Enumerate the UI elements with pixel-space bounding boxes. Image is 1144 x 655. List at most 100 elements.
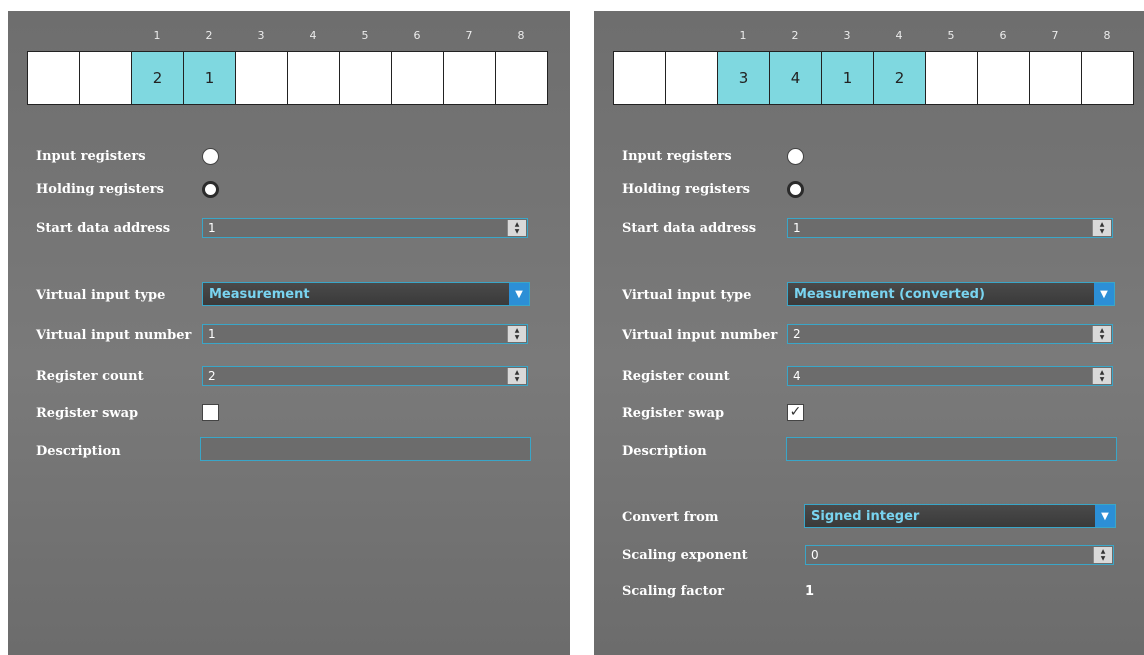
virtual-input-number-stepper[interactable]: 2 ▲ ▼ [787, 324, 1113, 344]
virtual-input-number-label: Virtual input number [622, 328, 778, 343]
register-number [665, 29, 717, 42]
spin-arrows-icon[interactable]: ▲ ▼ [507, 326, 526, 342]
register-count-label: Register count [622, 369, 730, 384]
register-number: 5 [361, 29, 369, 42]
stepper-value: 1 [793, 221, 801, 235]
register-cell [392, 51, 444, 105]
register-cell [236, 51, 288, 105]
register-number [27, 29, 79, 42]
register-number: 8 [1103, 29, 1111, 42]
input-registers-radio[interactable] [787, 148, 804, 165]
virtual-input-type-label: Virtual input type [622, 288, 752, 303]
register-cell: 1 [822, 51, 874, 105]
start-data-address-label: Start data address [622, 221, 757, 236]
input-registers-radio[interactable] [202, 148, 219, 165]
spin-arrows-icon[interactable]: ▲ ▼ [507, 368, 526, 384]
register-cell [614, 51, 666, 105]
description-label: Description [36, 444, 121, 459]
register-cell [80, 51, 132, 105]
holding-registers-label: Holding registers [36, 182, 164, 197]
start-data-address-stepper[interactable]: 1 ▲ ▼ [787, 218, 1113, 238]
register-number: 7 [1051, 29, 1059, 42]
register-cell [28, 51, 80, 105]
register-swap-checkbox[interactable] [202, 404, 219, 421]
dropdown-arrow-icon[interactable]: ▼ [1094, 283, 1114, 305]
spin-arrows-icon[interactable]: ▲ ▼ [1092, 220, 1111, 236]
register-number: 6 [999, 29, 1007, 42]
register-number: 1 [153, 29, 161, 42]
spin-arrows-icon[interactable]: ▲ ▼ [1092, 326, 1111, 342]
stepper-value: 4 [793, 369, 801, 383]
register-cell [340, 51, 392, 105]
virtual-input-number-label: Virtual input number [36, 328, 192, 343]
stepper-value: 2 [208, 369, 216, 383]
select-value: Signed integer [811, 509, 920, 524]
description-label: Description [622, 444, 707, 459]
virtual-input-number-stepper[interactable]: 1 ▲ ▼ [202, 324, 528, 344]
register-cell: 1 [184, 51, 236, 105]
start-data-address-label: Start data address [36, 221, 171, 236]
register-cell [496, 51, 548, 105]
register-number-row: 1 2 3 4 5 6 7 8 [27, 29, 547, 42]
register-cell [1082, 51, 1134, 105]
holding-registers-label: Holding registers [622, 182, 750, 197]
spin-arrows-icon[interactable]: ▲ ▼ [507, 220, 526, 236]
register-number: 6 [413, 29, 421, 42]
register-map: 2 1 [27, 51, 548, 105]
register-cell [978, 51, 1030, 105]
start-data-address-stepper[interactable]: 1 ▲ ▼ [202, 218, 528, 238]
stepper-value: 1 [208, 327, 216, 341]
register-cell [1030, 51, 1082, 105]
spin-arrows-icon[interactable]: ▲ ▼ [1092, 368, 1111, 384]
register-swap-checkbox[interactable]: ✓ [787, 404, 804, 421]
register-number: 4 [309, 29, 317, 42]
convert-from-select[interactable]: Signed integer ▼ [804, 504, 1116, 528]
register-swap-label: Register swap [622, 406, 725, 421]
spin-arrows-icon[interactable]: ▲ ▼ [1093, 547, 1112, 563]
register-count-stepper[interactable]: 4 ▲ ▼ [787, 366, 1113, 386]
virtual-input-type-select[interactable]: Measurement (converted) ▼ [787, 282, 1115, 306]
register-count-stepper[interactable]: 2 ▲ ▼ [202, 366, 528, 386]
scaling-exponent-label: Scaling exponent [622, 548, 748, 563]
scaling-exponent-stepper[interactable]: 0 ▲ ▼ [805, 545, 1114, 565]
stepper-value: 0 [811, 548, 819, 562]
register-number: 2 [791, 29, 799, 42]
register-count-label: Register count [36, 369, 144, 384]
register-number: 4 [895, 29, 903, 42]
select-value: Measurement [209, 287, 310, 302]
virtual-input-type-label: Virtual input type [36, 288, 166, 303]
register-cell [444, 51, 496, 105]
scaling-factor-value: 1 [805, 584, 815, 599]
register-number: 5 [947, 29, 955, 42]
register-number: 1 [739, 29, 747, 42]
register-number: 3 [257, 29, 265, 42]
holding-registers-radio[interactable] [787, 181, 804, 198]
register-number [79, 29, 131, 42]
register-swap-label: Register swap [36, 406, 139, 421]
register-cell: 2 [132, 51, 184, 105]
register-cell: 4 [770, 51, 822, 105]
dropdown-arrow-icon[interactable]: ▼ [509, 283, 529, 305]
register-cell [288, 51, 340, 105]
holding-registers-radio[interactable] [202, 181, 219, 198]
right-config-panel: 1 2 3 4 5 6 7 8 3 4 1 2 Input registers … [594, 11, 1144, 655]
description-field[interactable] [200, 437, 531, 461]
register-cell [926, 51, 978, 105]
stepper-value: 2 [793, 327, 801, 341]
register-cell: 3 [718, 51, 770, 105]
register-number: 2 [205, 29, 213, 42]
register-number [613, 29, 665, 42]
register-map: 3 4 1 2 [613, 51, 1134, 105]
input-registers-label: Input registers [622, 149, 732, 164]
virtual-input-type-select[interactable]: Measurement ▼ [202, 282, 530, 306]
register-cell [666, 51, 718, 105]
input-registers-label: Input registers [36, 149, 146, 164]
register-number: 7 [465, 29, 473, 42]
left-config-panel: 1 2 3 4 5 6 7 8 2 1 Input registers Hold… [8, 11, 570, 655]
dropdown-arrow-icon[interactable]: ▼ [1095, 505, 1115, 527]
description-field[interactable] [786, 437, 1117, 461]
register-cell: 2 [874, 51, 926, 105]
stepper-value: 1 [208, 221, 216, 235]
register-number: 8 [517, 29, 525, 42]
convert-from-label: Convert from [622, 510, 719, 525]
